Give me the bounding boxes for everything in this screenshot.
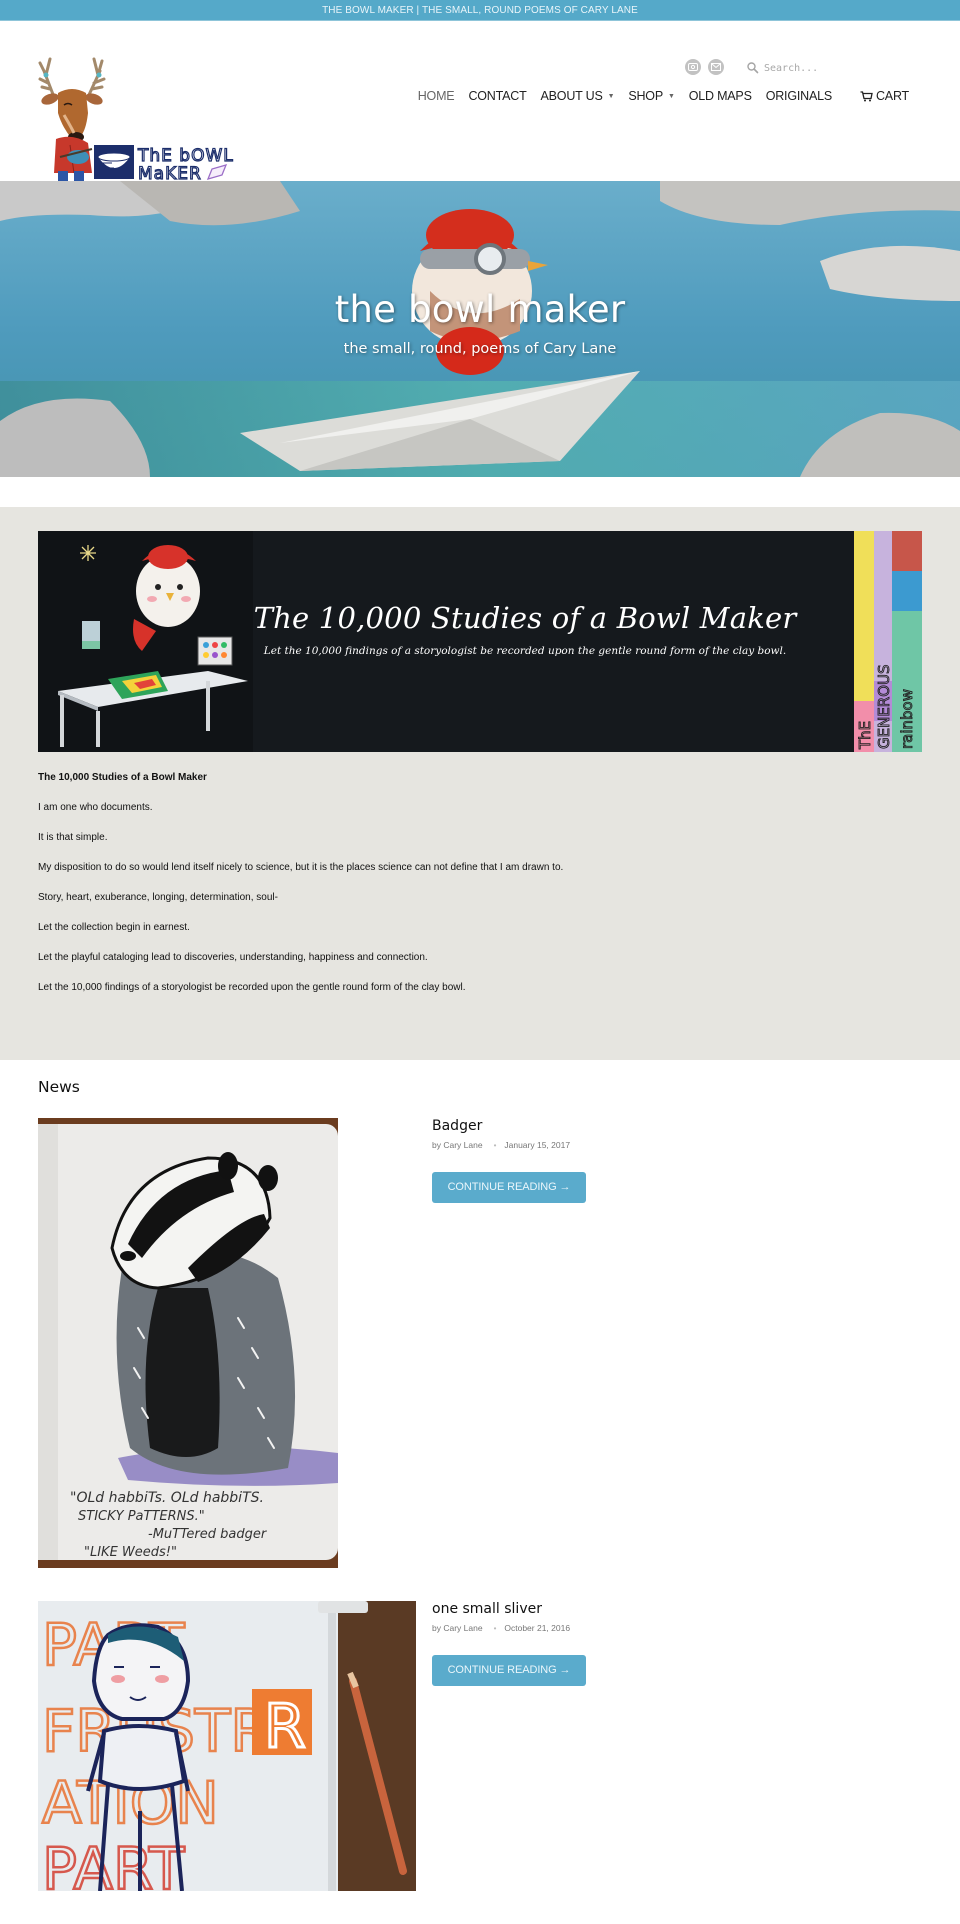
sliver-text-4: PART: [42, 1835, 185, 1891]
post-date: October 21, 2016: [504, 1623, 571, 1633]
sliver-illustration: PART FRUSTR ATION PART R: [38, 1601, 416, 1904]
hero-subtitle: the small, round, poems of Cary Lane: [343, 341, 617, 357]
nav-item-shop[interactable]: SHOP ▼: [621, 89, 681, 103]
banner-text: The 10,000 Studies of a Bowl Maker Let t…: [238, 601, 812, 657]
announcement-bar: THE BOWL MAKER | THE SMALL, ROUND POEMS …: [0, 0, 960, 21]
post-title[interactable]: Badger: [432, 1118, 586, 1134]
nav-label: HOME: [417, 89, 455, 103]
continue-reading-button[interactable]: CONTINUE READING →: [432, 1655, 586, 1686]
article-paragraph: Let the playful cataloging lead to disco…: [38, 952, 428, 963]
post-body: one small sliver by Cary Lane • October …: [432, 1601, 586, 1686]
article-paragraph: I am one who documents.: [38, 802, 153, 813]
article-paragraph: Let the 10,000 findings of a storyologis…: [38, 982, 466, 993]
article-paragraph: My disposition to do so would lend itsel…: [38, 862, 564, 873]
nav-item-cart[interactable]: CART: [853, 89, 916, 103]
nav-label: SHOP: [628, 89, 663, 103]
post-image-badger[interactable]: "OLd habbiTs. OLd habbiTS. STICKY PaTTER…: [38, 1118, 338, 1573]
featured-section: ThE GENEROUS rainbow The 10,000 Studies …: [0, 507, 960, 1060]
nav-item-contact[interactable]: CONTACT: [461, 89, 533, 103]
instagram-icon[interactable]: [685, 59, 701, 75]
banner-subtitle: Let the 10,000 findings of a storyologis…: [263, 645, 787, 657]
banner-side-text-3: rainbow: [898, 689, 916, 749]
search-input[interactable]: [764, 62, 924, 74]
search-icon[interactable]: [746, 61, 760, 75]
sliver-r-letter: R: [264, 1692, 306, 1762]
news-post: "OLd habbiTs. OLd habbiTS. STICKY PaTTER…: [38, 1118, 922, 1573]
badger-caption-line-2: STICKY PaTTERNS.": [78, 1509, 205, 1524]
featured-banner[interactable]: ThE GENEROUS rainbow The 10,000 Studies …: [38, 531, 922, 752]
article-paragraph: It is that simple.: [38, 832, 108, 843]
meta-separator: •: [493, 1140, 497, 1150]
news-post: PART FRUSTR ATION PART R: [38, 1601, 922, 1904]
nav-label: ABOUT US: [540, 89, 603, 103]
banner-title: The 10,000 Studies of a Bowl Maker: [253, 601, 797, 635]
post-image-sliver[interactable]: PART FRUSTR ATION PART R: [38, 1601, 416, 1904]
article-paragraph: Story, heart, exuberance, longing, deter…: [38, 892, 278, 903]
article-title: The 10,000 Studies of a Bowl Maker: [38, 772, 207, 783]
banner-side-text-1: ThE: [856, 721, 874, 750]
badger-caption-line-1: "OLd habbiTs. OLd habbiTS.: [70, 1490, 264, 1506]
post-meta: by Cary Lane • January 15, 2017: [432, 1140, 586, 1150]
hero-title: the bowl maker: [334, 288, 626, 331]
nav-label: CONTACT: [468, 89, 527, 103]
nav-item-old-maps[interactable]: OLD MAPS: [682, 89, 759, 103]
news-section: News "OLd habbiTs. OLd habbiTS. STICKY P…: [0, 1060, 960, 1904]
badger-caption-line-3: -MuTTered badger: [148, 1527, 268, 1542]
section-spacer: [0, 477, 960, 507]
chevron-down-icon: ▼: [607, 92, 615, 100]
badger-illustration: "OLd habbiTs. OLd habbiTS. STICKY PaTTER…: [38, 1118, 338, 1568]
nav-label: ORIGINALS: [765, 89, 832, 103]
badger-caption-line-4: "LIKE Weeds!": [84, 1545, 177, 1560]
banner-side-text-2: GENEROUS: [875, 664, 893, 749]
post-date: January 15, 2017: [504, 1140, 571, 1150]
nav-item-home[interactable]: HOME: [411, 89, 462, 103]
post-author: by Cary Lane: [432, 1623, 483, 1633]
continue-reading-button[interactable]: CONTINUE READING →: [432, 1172, 586, 1203]
site-logo[interactable]: ThE bOWL MaKER: [36, 53, 250, 187]
header-tools: [660, 58, 960, 80]
hero-text: the bowl maker the small, round, poems o…: [0, 291, 960, 357]
post-author: by Cary Lane: [432, 1140, 483, 1150]
main-nav: HOME CONTACT ABOUT US ▼ SHOP ▼ OLD MAPS OR…: [411, 89, 916, 103]
logo-text-line-1: ThE bOWL: [137, 146, 234, 166]
chevron-down-icon: ▼: [667, 92, 675, 100]
post-meta: by Cary Lane • October 21, 2016: [432, 1623, 586, 1633]
cart-icon: [860, 90, 873, 101]
search-box: [746, 58, 946, 78]
nav-item-about-us[interactable]: ABOUT US ▼: [534, 89, 622, 103]
hero-banner: the bowl maker the small, round, poems o…: [0, 181, 960, 477]
featured-article: The 10,000 Studies of a Bowl Maker I am …: [38, 772, 922, 994]
article-paragraph: Let the collection begin in earnest.: [38, 922, 190, 933]
meta-separator: •: [493, 1623, 497, 1633]
post-title[interactable]: one small sliver: [432, 1601, 586, 1617]
nav-item-originals[interactable]: ORIGINALS: [759, 89, 839, 103]
nav-label: OLD MAPS: [688, 89, 752, 103]
news-heading: News: [38, 1078, 80, 1096]
site-header: ThE bOWL MaKER HOME CONTACT ABOUT US ▼ SH…: [0, 21, 960, 185]
email-icon[interactable]: [708, 59, 724, 75]
cart-label: CART: [875, 89, 909, 103]
deer-logo-illustration: ThE bOWL MaKER: [38, 57, 234, 185]
post-body: Badger by Cary Lane • January 15, 2017 C…: [432, 1118, 586, 1203]
